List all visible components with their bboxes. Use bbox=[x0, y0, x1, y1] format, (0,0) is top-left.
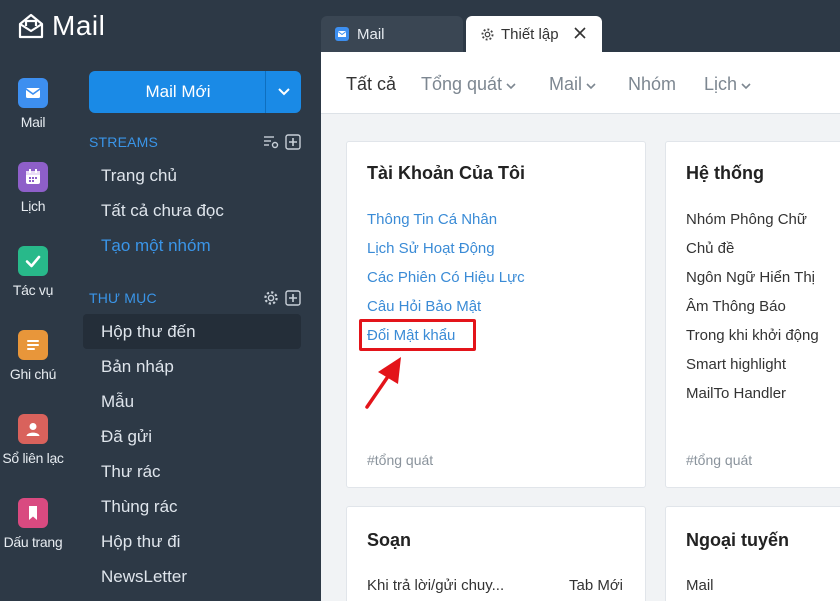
offline-card: Ngoại tuyến Mail bbox=[665, 506, 840, 601]
stream-all-unread[interactable]: Tất cả chưa đọc bbox=[101, 201, 224, 221]
add-stream-icon[interactable] bbox=[285, 134, 301, 150]
app-title: Mail bbox=[52, 10, 106, 41]
security-questions-link[interactable]: Câu Hỏi Bảo Mật bbox=[367, 298, 481, 315]
folder-templates[interactable]: Mẫu bbox=[101, 392, 134, 412]
activity-history-link[interactable]: Lịch Sử Hoạt Động bbox=[367, 240, 495, 257]
rail-label: Dấu trang bbox=[3, 534, 63, 550]
rail-item-mail[interactable]: Mail bbox=[0, 78, 66, 130]
rail-item-contacts[interactable]: Sổ liên lạc bbox=[0, 414, 66, 466]
subnav-general[interactable]: Tổng quát bbox=[421, 74, 516, 95]
folder-outbox[interactable]: Hộp thư đi bbox=[101, 532, 180, 552]
stream-home[interactable]: Trang chủ bbox=[101, 166, 177, 186]
reply-forward-value[interactable]: Tab Mới bbox=[569, 577, 623, 594]
folder-spam[interactable]: Thư rác bbox=[101, 462, 161, 482]
mail-icon bbox=[335, 27, 349, 41]
gear-icon bbox=[481, 27, 494, 41]
add-folder-icon[interactable] bbox=[285, 290, 301, 306]
personal-info-link[interactable]: Thông Tin Cá Nhân bbox=[367, 211, 497, 228]
rail-label: Ghi chú bbox=[9, 366, 57, 382]
tab-mail[interactable]: Mail bbox=[321, 16, 463, 52]
subnav-all-label: Tất cả bbox=[346, 74, 397, 94]
subnav-calendar-label: Lịch bbox=[704, 74, 738, 94]
create-group-link[interactable]: Tạo một nhóm bbox=[101, 236, 211, 256]
rail-label: Tác vụ bbox=[12, 282, 54, 298]
account-card: Tài Khoản Của Tôi Thông Tin Cá Nhân Lịch… bbox=[346, 141, 646, 488]
folder-newsletter[interactable]: NewsLetter bbox=[101, 567, 187, 587]
subnav-groups[interactable]: Nhóm bbox=[628, 74, 676, 95]
smart-highlight-item[interactable]: Smart highlight bbox=[686, 356, 786, 373]
offline-card-title: Ngoại tuyến bbox=[686, 530, 790, 550]
streams-header: STREAMS bbox=[89, 132, 301, 152]
rail-label: Mail bbox=[20, 114, 46, 130]
bookmark-icon bbox=[18, 498, 48, 528]
mailto-handler-item[interactable]: MailTo Handler bbox=[686, 385, 786, 402]
contact-icon bbox=[18, 414, 48, 444]
red-arrow-annotation bbox=[365, 357, 401, 409]
active-sessions-link[interactable]: Các Phiên Có Hiệu Lực bbox=[367, 269, 525, 286]
system-card-title: Hệ thống bbox=[686, 163, 764, 183]
subnav-all[interactable]: Tất cả bbox=[346, 74, 396, 95]
system-card: Hệ thống Nhóm Phông Chữ Chủ đề Ngôn Ngữ … bbox=[665, 141, 840, 488]
account-card-tag: #tổng quát bbox=[367, 452, 434, 468]
on-startup-item[interactable]: Trong khi khởi động bbox=[686, 327, 819, 344]
rail-item-bookmarks[interactable]: Dấu trang bbox=[0, 498, 66, 550]
chevron-down-icon bbox=[506, 82, 516, 89]
subnav-general-label: Tổng quát bbox=[421, 74, 503, 94]
compose-card-title: Soạn bbox=[367, 530, 412, 550]
rail-label: Lịch bbox=[20, 198, 46, 214]
chevron-down-icon bbox=[586, 82, 596, 89]
offline-mail-item[interactable]: Mail bbox=[686, 577, 714, 594]
compose-card: Soạn Khi trả lời/gửi chuy... Tab Mới bbox=[346, 506, 646, 601]
app-logo: Mail bbox=[18, 10, 105, 42]
folders-title: THƯ MỤC bbox=[89, 290, 157, 306]
rail-label: Sổ liên lạc bbox=[2, 450, 64, 466]
settings-content: Tất cả Tổng quát Mail Nhóm Lịch Tài Khoả… bbox=[321, 52, 840, 601]
display-language-item[interactable]: Ngôn Ngữ Hiển Thị bbox=[686, 269, 815, 286]
settings-subnav: Tất cả Tổng quát Mail Nhóm Lịch bbox=[321, 52, 840, 114]
tab-bar: Mail Thiết lập bbox=[321, 0, 840, 52]
gear-icon[interactable] bbox=[263, 290, 279, 306]
tab-mail-label: Mail bbox=[357, 25, 385, 43]
check-icon bbox=[18, 246, 48, 276]
subnav-mail-label: Mail bbox=[549, 74, 583, 94]
tab-settings[interactable]: Thiết lập bbox=[466, 16, 602, 52]
folder-inbox[interactable]: Hộp thư đến bbox=[101, 322, 196, 342]
system-card-tag: #tổng quát bbox=[686, 452, 753, 468]
close-icon[interactable] bbox=[572, 25, 588, 41]
change-password-highlight bbox=[359, 319, 476, 351]
folders-header: THƯ MỤC bbox=[89, 288, 301, 308]
folder-sent[interactable]: Đã gửi bbox=[101, 427, 152, 447]
new-mail-label[interactable]: Mail Mới bbox=[89, 71, 265, 113]
new-mail-button[interactable]: Mail Mới bbox=[89, 71, 301, 113]
subnav-calendar[interactable]: Lịch bbox=[704, 74, 751, 95]
font-group-item[interactable]: Nhóm Phông Chữ bbox=[686, 211, 807, 228]
streams-title: STREAMS bbox=[89, 134, 159, 150]
subnav-mail[interactable]: Mail bbox=[549, 74, 596, 95]
chevron-down-icon bbox=[277, 88, 290, 96]
folder-drafts[interactable]: Bản nháp bbox=[101, 357, 174, 377]
mail-icon bbox=[18, 78, 48, 108]
account-card-title: Tài Khoản Của Tôi bbox=[367, 163, 526, 183]
rail-item-calendar[interactable]: Lịch bbox=[0, 162, 66, 214]
tab-settings-label: Thiết lập bbox=[501, 25, 559, 43]
reply-forward-item[interactable]: Khi trả lời/gửi chuy... bbox=[367, 577, 504, 594]
subnav-groups-label: Nhóm bbox=[628, 74, 677, 94]
new-mail-dropdown[interactable] bbox=[265, 71, 301, 113]
notes-icon bbox=[18, 330, 48, 360]
chevron-down-icon bbox=[741, 82, 751, 89]
notification-sound-item[interactable]: Âm Thông Báo bbox=[686, 298, 786, 315]
theme-item[interactable]: Chủ đề bbox=[686, 240, 734, 257]
filter-settings-icon[interactable] bbox=[263, 134, 279, 150]
calendar-icon bbox=[18, 162, 48, 192]
rail-item-tasks[interactable]: Tác vụ bbox=[0, 246, 66, 298]
folder-trash[interactable]: Thùng rác bbox=[101, 497, 178, 517]
mail-logo-icon bbox=[18, 13, 44, 39]
rail-item-notes[interactable]: Ghi chú bbox=[0, 330, 66, 382]
